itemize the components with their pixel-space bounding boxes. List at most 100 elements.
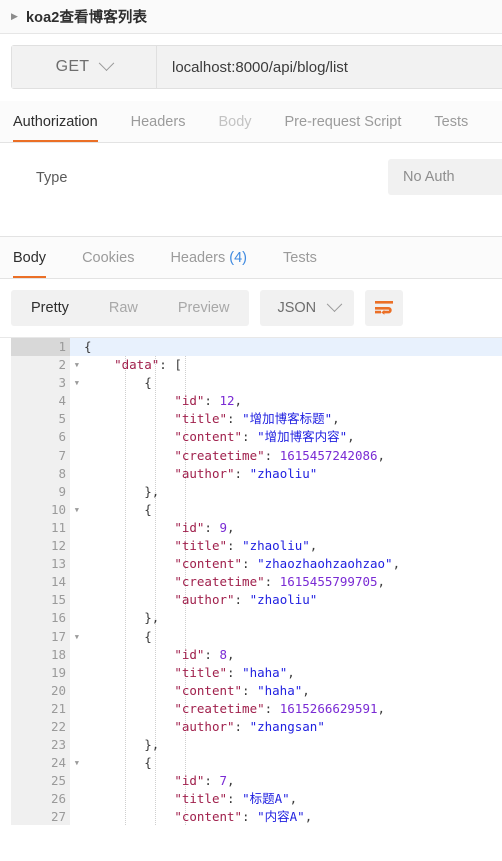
tab-label: Authorization bbox=[13, 114, 98, 130]
tab-authorization[interactable]: Authorization bbox=[13, 114, 98, 142]
line-number: 1▼ bbox=[11, 338, 79, 357]
response-tab-body[interactable]: Body bbox=[13, 250, 47, 278]
code-line-content: "content": "haha", bbox=[70, 682, 502, 700]
json-token: , bbox=[234, 393, 243, 409]
response-tab-cookies[interactable]: Cookies bbox=[82, 250, 134, 278]
url-input[interactable] bbox=[157, 46, 502, 88]
code-line-content: }, bbox=[70, 609, 502, 627]
line-number: 15 bbox=[50, 592, 66, 608]
view-mode-preview[interactable]: Preview bbox=[158, 290, 250, 326]
code-line-content: "id": 8, bbox=[70, 646, 502, 664]
authorization-pane: Type No Auth bbox=[0, 143, 502, 237]
language-dropdown[interactable]: JSON bbox=[260, 290, 355, 326]
json-token: "标题A" bbox=[242, 791, 290, 807]
code-line: 4 "id": 12, bbox=[0, 392, 502, 410]
tab-label: Headers bbox=[130, 114, 186, 130]
line-number: 19 bbox=[50, 664, 66, 680]
page-title: koa2查看博客列表 bbox=[26, 10, 148, 26]
json-token: : bbox=[242, 556, 258, 572]
url-bar-container: GET bbox=[0, 34, 502, 101]
line-number: 20 bbox=[50, 682, 66, 698]
code-line: 19 "title": "haha", bbox=[0, 664, 502, 682]
json-token: , bbox=[289, 791, 298, 807]
json-token: "内容A" bbox=[257, 809, 305, 825]
code-line: 26 "title": "标题A", bbox=[0, 790, 502, 808]
code-line: 27 "content": "内容A", bbox=[0, 808, 502, 825]
tab-pre-request-script[interactable]: Pre-request Script bbox=[285, 114, 402, 142]
code-line: 5 "title": "增加博客标题", bbox=[0, 410, 502, 428]
json-token: , bbox=[392, 556, 401, 572]
line-number: 4 bbox=[58, 393, 66, 409]
code-line: 21 "createtime": 1615266629591, bbox=[0, 700, 502, 718]
tab-label: Headers bbox=[170, 250, 226, 266]
json-token: "id" bbox=[174, 519, 205, 535]
json-token: "author" bbox=[174, 718, 235, 734]
code-line: 7 "createtime": 1615457242086, bbox=[0, 447, 502, 465]
json-token: }, bbox=[144, 610, 160, 626]
tab-label: Tests bbox=[434, 114, 469, 130]
view-mode-pretty[interactable]: Pretty bbox=[11, 290, 89, 326]
line-number: 16 bbox=[50, 610, 66, 626]
tab-headers[interactable]: Headers bbox=[131, 114, 186, 142]
json-token: , bbox=[377, 700, 386, 716]
code-line: 12 "title": "zhaoliu", bbox=[0, 537, 502, 555]
json-token: "createtime" bbox=[174, 700, 265, 716]
code-line-content: { bbox=[70, 754, 502, 772]
json-token: : bbox=[227, 538, 243, 554]
json-token: "content" bbox=[174, 556, 243, 572]
line-number: 27 bbox=[50, 809, 66, 825]
json-token: : bbox=[204, 393, 220, 409]
response-tab-headers[interactable]: Headers (4) bbox=[170, 250, 247, 278]
url-bar: GET bbox=[11, 45, 502, 89]
code-line: 18 "id": 8, bbox=[0, 646, 502, 664]
json-token: : bbox=[264, 574, 280, 590]
json-token: : bbox=[204, 646, 220, 662]
json-token: : bbox=[227, 791, 243, 807]
line-number: 5 bbox=[58, 411, 66, 427]
json-token: : bbox=[234, 465, 250, 481]
response-body-editor[interactable]: 1▼{2▼ "data": [3▼ {4 "id": 12,5 "title":… bbox=[0, 337, 502, 825]
line-number: 22 bbox=[50, 718, 66, 734]
json-token: , bbox=[287, 664, 295, 680]
json-token: "title" bbox=[174, 411, 227, 427]
json-token: "content" bbox=[174, 429, 243, 445]
auth-type-select[interactable]: No Auth bbox=[388, 159, 502, 195]
json-token: 8 bbox=[219, 646, 228, 662]
response-tab-tests[interactable]: Tests bbox=[283, 250, 317, 278]
code-line: 13 "content": "zhaozhaohzaohzao", bbox=[0, 555, 502, 573]
line-number: 6 bbox=[58, 429, 66, 445]
code-line-content: "author": "zhaoliu" bbox=[70, 591, 502, 609]
line-number: 9 bbox=[58, 483, 66, 499]
code-line: 9 }, bbox=[0, 483, 502, 501]
code-line-content: "id": 12, bbox=[70, 392, 502, 410]
triangle-right-icon[interactable]: ▶ bbox=[11, 12, 23, 21]
code-line: 2 ▼ "data": [ bbox=[0, 356, 502, 374]
method-dropdown[interactable]: GET bbox=[12, 46, 157, 88]
line-number: 7 bbox=[58, 447, 66, 463]
line-number: 23 bbox=[50, 737, 66, 753]
json-token: "author" bbox=[174, 592, 235, 608]
word-wrap-button[interactable] bbox=[365, 290, 404, 326]
response-format-toolbar: Pretty Raw Preview JSON bbox=[0, 279, 502, 337]
tab-body[interactable]: Body bbox=[218, 114, 251, 142]
code-line: 24 ▼ { bbox=[0, 754, 502, 772]
code-line-content: "content": "zhaozhaohzaohzao", bbox=[70, 555, 502, 573]
view-mode-raw[interactable]: Raw bbox=[89, 290, 158, 326]
line-number: 26 bbox=[50, 791, 66, 807]
json-token: , bbox=[377, 447, 386, 463]
json-token: "title" bbox=[174, 664, 227, 680]
json-token: 9 bbox=[219, 519, 228, 535]
json-token: : bbox=[227, 664, 243, 680]
json-token: : bbox=[234, 718, 250, 734]
code-line-content: "title": "haha", bbox=[70, 664, 502, 682]
json-token: "author" bbox=[174, 465, 235, 481]
tab-tests[interactable]: Tests bbox=[434, 114, 468, 142]
json-token: , bbox=[304, 809, 313, 825]
tab-label: Body bbox=[218, 114, 252, 130]
code-line-content: }, bbox=[70, 483, 502, 501]
json-token: , bbox=[302, 682, 310, 698]
json-token: "createtime" bbox=[174, 447, 265, 463]
json-token: { bbox=[84, 339, 92, 354]
json-token: { bbox=[144, 501, 152, 517]
code-line-content: { bbox=[70, 338, 502, 357]
